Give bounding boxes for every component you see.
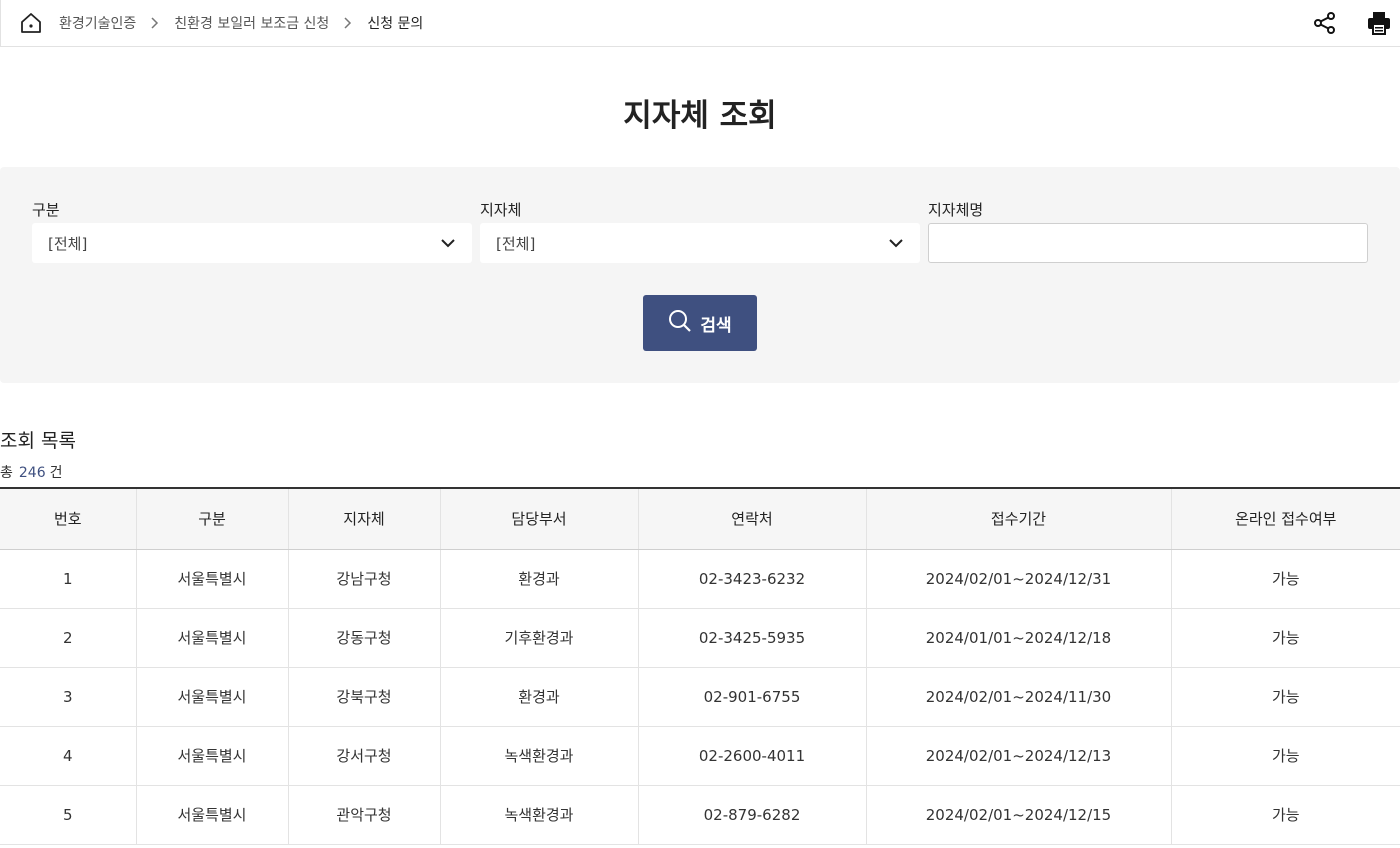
breadcrumb-current[interactable]: 신청 문의 xyxy=(367,13,423,33)
count-number: 246 xyxy=(18,465,46,481)
table-cell: 02-901-6755 xyxy=(638,667,867,727)
table-header-row: 번호 구분 지자체 담당부서 연락처 접수기간 온라인 접수여부 xyxy=(0,487,1400,550)
category-label: 구분 xyxy=(32,201,60,219)
table-cell: 강북구청 xyxy=(288,667,441,727)
table-cell: 02-3425-5935 xyxy=(638,608,867,668)
table-cell: 서울특별시 xyxy=(136,785,289,845)
table-cell: 가능 xyxy=(1171,667,1400,727)
table-cell: 2024/02/01~2024/11/30 xyxy=(866,667,1172,727)
search-icon xyxy=(668,309,692,338)
municipality-name-label: 지자체명 xyxy=(928,201,984,219)
table-cell: 강서구청 xyxy=(288,726,441,786)
table-cell: 4 xyxy=(0,726,137,786)
column-header: 온라인 접수여부 xyxy=(1171,487,1400,550)
chevron-right-icon xyxy=(329,15,367,31)
municipality-select[interactable]: [전체] xyxy=(480,223,920,263)
municipality-name-input[interactable] xyxy=(928,223,1368,263)
table-cell: 02-879-6282 xyxy=(638,785,867,845)
chevron-down-icon xyxy=(888,235,904,251)
table-cell: 2024/02/01~2024/12/31 xyxy=(866,549,1172,609)
table-cell: 강동구청 xyxy=(288,608,441,668)
category-select-value: [전체] xyxy=(48,234,88,253)
column-header: 담당부서 xyxy=(440,487,639,550)
table-cell: 녹색환경과 xyxy=(440,785,639,845)
table-row[interactable]: 1 서울특별시 강남구청 환경과 02-3423-6232 2024/02/01… xyxy=(0,549,1400,609)
column-header: 연락처 xyxy=(638,487,867,550)
table-cell: 2024/02/01~2024/12/13 xyxy=(866,726,1172,786)
table-cell: 서울특별시 xyxy=(136,549,289,609)
breadcrumb-item[interactable]: 환경기술인증 xyxy=(59,13,136,33)
table-cell: 녹색환경과 xyxy=(440,726,639,786)
table-cell: 가능 xyxy=(1171,785,1400,845)
table-row[interactable]: 4 서울특별시 강서구청 녹색환경과 02-2600-4011 2024/02/… xyxy=(0,726,1400,786)
table-cell: 서울특별시 xyxy=(136,726,289,786)
search-button[interactable]: 검색 xyxy=(643,295,757,351)
results-count: 총 246 건 xyxy=(0,462,63,482)
column-header: 구분 xyxy=(136,487,289,550)
column-header: 지자체 xyxy=(288,487,441,550)
page-title: 지자체 조회 xyxy=(623,98,777,134)
column-header: 번호 xyxy=(0,487,137,550)
print-icon[interactable] xyxy=(1365,9,1393,37)
table-cell: 2 xyxy=(0,608,137,668)
column-header: 접수기간 xyxy=(866,487,1172,550)
table-cell: 2024/01/01~2024/12/18 xyxy=(866,608,1172,668)
table-row[interactable]: 2 서울특별시 강동구청 기후환경과 02-3425-5935 2024/01/… xyxy=(0,608,1400,668)
table-cell: 기후환경과 xyxy=(440,608,639,668)
table-cell: 3 xyxy=(0,667,137,727)
table-cell: 서울특별시 xyxy=(136,667,289,727)
table-cell: 가능 xyxy=(1171,726,1400,786)
search-panel: 구분 [전체] 지자체 [전체] 지자체명 검색 xyxy=(0,167,1400,383)
table-row[interactable]: 5 서울특별시 관악구청 녹색환경과 02-879-6282 2024/02/0… xyxy=(0,785,1400,845)
results-table: 번호 구분 지자체 담당부서 연락처 접수기간 온라인 접수여부 1 서울특별시… xyxy=(0,487,1400,845)
chevron-down-icon xyxy=(440,235,456,251)
table-cell: 02-2600-4011 xyxy=(638,726,867,786)
table-cell: 환경과 xyxy=(440,549,639,609)
count-suffix: 건 xyxy=(49,465,63,481)
table-cell: 1 xyxy=(0,549,137,609)
home-icon[interactable] xyxy=(18,10,44,36)
table-cell: 5 xyxy=(0,785,137,845)
share-icon[interactable] xyxy=(1312,10,1338,36)
table-cell: 2024/02/01~2024/12/15 xyxy=(866,785,1172,845)
table-cell: 가능 xyxy=(1171,608,1400,668)
municipality-label: 지자체 xyxy=(480,201,522,219)
results-title: 조회 목록 xyxy=(0,430,76,452)
table-row[interactable]: 3 서울특별시 강북구청 환경과 02-901-6755 2024/02/01~… xyxy=(0,667,1400,727)
count-prefix: 총 xyxy=(0,465,13,481)
table-cell: 서울특별시 xyxy=(136,608,289,668)
table-cell: 강남구청 xyxy=(288,549,441,609)
table-cell: 환경과 xyxy=(440,667,639,727)
search-button-label: 검색 xyxy=(700,315,732,336)
table-cell: 가능 xyxy=(1171,549,1400,609)
chevron-right-icon xyxy=(136,15,174,31)
breadcrumb-item[interactable]: 친환경 보일러 보조금 신청 xyxy=(174,13,329,33)
breadcrumb: 환경기술인증 친환경 보일러 보조금 신청 신청 문의 xyxy=(59,13,423,33)
table-cell: 관악구청 xyxy=(288,785,441,845)
top-bar: 환경기술인증 친환경 보일러 보조금 신청 신청 문의 xyxy=(0,0,1400,47)
table-cell: 02-3423-6232 xyxy=(638,549,867,609)
municipality-select-value: [전체] xyxy=(496,234,536,253)
category-select[interactable]: [전체] xyxy=(32,223,472,263)
